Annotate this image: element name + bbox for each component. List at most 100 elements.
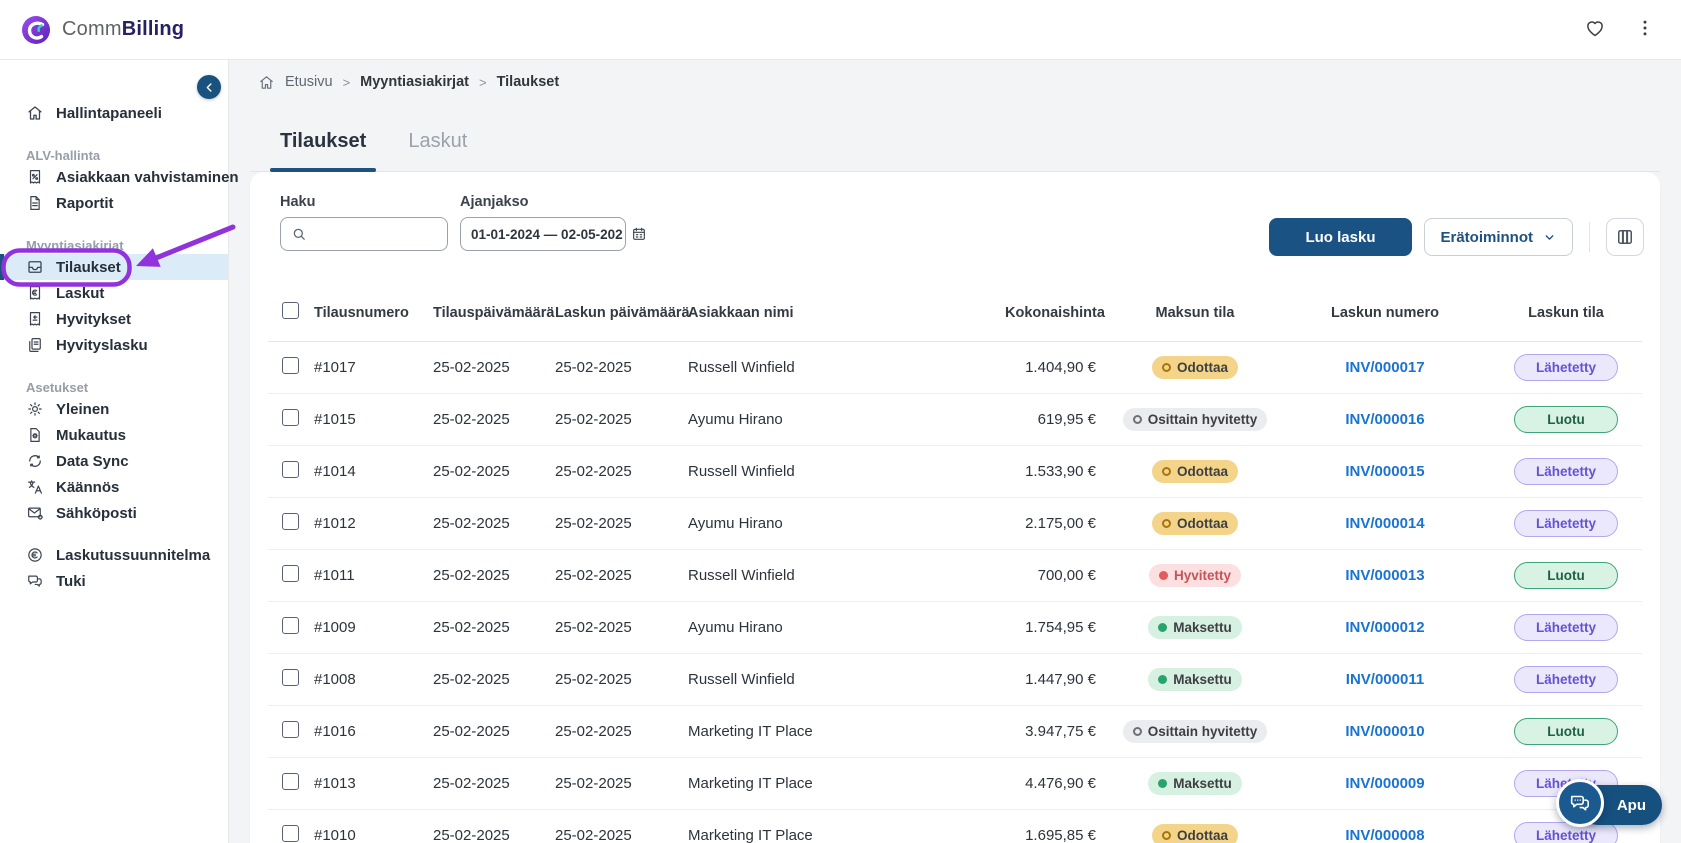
order-number: #1012 (314, 515, 433, 532)
select-all-checkbox[interactable] (282, 302, 299, 319)
tab-laskut[interactable]: Laskut (408, 112, 467, 171)
sidebar-item-raportit[interactable]: Raportit (0, 190, 228, 216)
commbilling-logo-icon (20, 14, 52, 46)
sidebar-item-hyvitykset[interactable]: Hyvitykset (0, 306, 228, 332)
total-amount: 1.695,85 € (1005, 827, 1110, 843)
brand-name: CommBilling (62, 18, 184, 41)
order-date: 25-02-2025 (433, 411, 555, 428)
date-range-input[interactable]: 01-01-2024 — 02-05-202 (460, 217, 626, 251)
sidebar-item-sahkoposti[interactable]: Sähköposti (0, 500, 228, 526)
invoice-date: 25-02-2025 (555, 463, 688, 480)
sidebar-item-hallintapaneeli[interactable]: Hallintapaneeli (0, 100, 228, 126)
row-checkbox[interactable] (282, 409, 299, 426)
column-header-asiakkaan-nimi: Asiakkaan nimi (688, 305, 1005, 321)
breadcrumb-item-tilaukset[interactable]: Tilaukset (497, 74, 560, 90)
sidebar-item-yleinen[interactable]: Yleinen (0, 396, 228, 422)
invoice-number-link[interactable]: INV/000016 (1345, 411, 1424, 428)
sidebar-item-asiakkaan-vahvistaminen[interactable]: Asiakkaan vahvistaminen (0, 164, 228, 190)
sidebar-section-asetukset: Asetukset (26, 378, 228, 396)
batch-actions-button[interactable]: Erätoiminnot (1424, 218, 1574, 256)
invoice-number-link[interactable]: INV/000009 (1345, 775, 1424, 792)
order-date: 25-02-2025 (433, 723, 555, 740)
tab-tilaukset[interactable]: Tilaukset (280, 112, 366, 171)
table-row: #101725-02-202525-02-2025Russell Winfiel… (268, 342, 1642, 394)
invoice-number-link[interactable]: INV/000014 (1345, 515, 1424, 532)
row-checkbox[interactable] (282, 461, 299, 478)
row-checkbox[interactable] (282, 825, 299, 842)
chevron-down-icon (1543, 231, 1556, 244)
toolbar-actions: Luo lasku Erätoiminnot (1269, 218, 1644, 256)
table-row: #101425-02-202525-02-2025Russell Winfiel… (268, 446, 1642, 498)
columns-settings-button[interactable] (1606, 218, 1644, 256)
invoice-number-link[interactable]: INV/000010 (1345, 723, 1424, 740)
order-number: #1016 (314, 723, 433, 740)
sidebar-collapse-button[interactable] (197, 75, 221, 99)
sidebar-item-hyvityslasku[interactable]: Hyvityslasku (0, 332, 228, 358)
invoice-number-link[interactable]: INV/000017 (1345, 359, 1424, 376)
home-icon (26, 104, 44, 122)
sidebar-item-label: Asiakkaan vahvistaminen (56, 169, 239, 186)
payment-status-badge: Odottaa (1152, 356, 1238, 379)
order-number: #1011 (314, 567, 433, 584)
invoice-date: 25-02-2025 (555, 359, 688, 376)
row-checkbox[interactable] (282, 357, 299, 374)
topbar: CommBilling (0, 0, 1681, 60)
total-amount: 700,00 € (1005, 567, 1110, 584)
kebab-menu-icon[interactable] (1633, 16, 1657, 43)
breadcrumb-item-myyntiasiakirjat[interactable]: Myyntiasiakirjat (360, 74, 469, 90)
favorite-heart-icon[interactable] (1583, 16, 1607, 43)
order-number: #1009 (314, 619, 433, 636)
invoice-number-link[interactable]: INV/000011 (1346, 671, 1424, 688)
sidebar-section-alv-hallinta: ALV-hallinta (26, 146, 228, 164)
payment-status-badge: Maksettu (1148, 616, 1242, 639)
orders-table: TilausnumeroTilauspäivämääräLaskun päivä… (268, 284, 1642, 843)
sidebar-item-laskut[interactable]: Laskut (0, 280, 228, 306)
column-header-laskun-tila: Laskun tila (1490, 305, 1642, 321)
invoice-number-link[interactable]: INV/000013 (1345, 567, 1424, 584)
brand-suffix: Billing (122, 18, 185, 40)
total-amount: 1.404,90 € (1005, 359, 1110, 376)
invoice-number-link[interactable]: INV/000012 (1345, 619, 1424, 636)
payment-status-badge: Maksettu (1148, 772, 1242, 795)
toolbar-divider (1589, 222, 1590, 252)
column-header-maksun-tila: Maksun tila (1110, 305, 1280, 321)
row-checkbox[interactable] (282, 669, 299, 686)
sidebar-item-tilaukset[interactable]: Tilaukset (0, 254, 228, 280)
row-checkbox[interactable] (282, 721, 299, 738)
invoice-status-pill: Lähetetty (1514, 614, 1618, 641)
document-icon (26, 194, 44, 212)
help-chat-button[interactable] (1556, 779, 1604, 827)
invoice-number-link[interactable]: INV/000015 (1345, 463, 1424, 480)
column-header-tilauspaivamaara: Tilauspäivämäärä (433, 305, 555, 321)
orders-tray-icon (26, 258, 44, 276)
sidebar-item-data-sync[interactable]: Data Sync (0, 448, 228, 474)
row-checkbox[interactable] (282, 513, 299, 530)
sidebar-item-mukautus[interactable]: Mukautus (0, 422, 228, 448)
payment-status-badge: Odottaa (1152, 824, 1238, 843)
tabs: Tilaukset Laskut (250, 112, 1660, 172)
invoice-number-link[interactable]: INV/000008 (1345, 827, 1424, 843)
row-checkbox[interactable] (282, 617, 299, 634)
order-number: #1008 (314, 671, 433, 688)
calendar-icon (631, 226, 647, 242)
row-checkbox[interactable] (282, 773, 299, 790)
sidebar-item-kaannos[interactable]: Käännös (0, 474, 228, 500)
date-range-value: 01-01-2024 — 02-05-202 (471, 227, 623, 242)
invoice-date: 25-02-2025 (555, 619, 688, 636)
sidebar-item-label: Laskutussuunnitelma (56, 547, 210, 564)
gear-icon (26, 400, 44, 418)
create-invoice-button[interactable]: Luo lasku (1269, 218, 1411, 256)
breadcrumb-item-etusivu[interactable]: Etusivu (285, 74, 333, 90)
invoice-euro-icon (26, 284, 44, 302)
status-dot-icon (1133, 727, 1142, 736)
sidebar-item-tuki[interactable]: Tuki (0, 568, 228, 594)
customer-name: Marketing IT Place (688, 775, 1005, 792)
chevron-left-icon (203, 81, 216, 94)
batch-actions-label: Erätoiminnot (1441, 229, 1534, 246)
order-date: 25-02-2025 (433, 619, 555, 636)
credit-note-icon (26, 336, 44, 354)
row-checkbox[interactable] (282, 565, 299, 582)
sidebar-item-laskutussuunnitelma[interactable]: Laskutussuunnitelma (0, 542, 228, 568)
invoice-date: 25-02-2025 (555, 411, 688, 428)
search-input[interactable] (313, 225, 437, 243)
